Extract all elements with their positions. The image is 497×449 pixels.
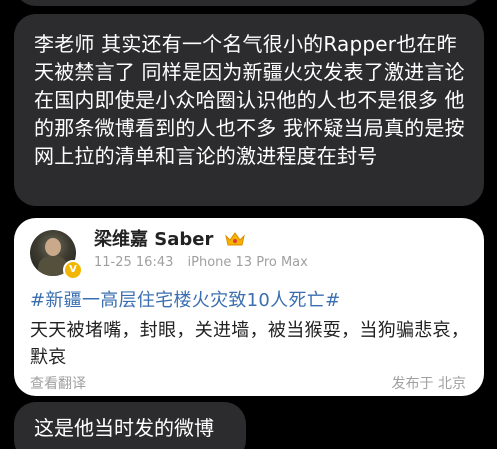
username[interactable]: 梁维嘉 Saber — [94, 228, 246, 252]
post-body: 天天被堵嘴，封眼，关进墙，被当猴耍，当狗骗悲哀，默哀 — [30, 320, 470, 368]
crown-icon — [224, 232, 245, 246]
chat-screen: 李老师 其实还有一个名气很小的Rapper也在昨天被禁言了 同样是因为新疆火灾发… — [0, 0, 497, 449]
topic-hashtag-link[interactable]: #新疆一高层住宅楼火灾致10人死亡# — [30, 288, 340, 314]
previous-message-bubble — [14, 0, 484, 6]
translate-link[interactable]: 查看翻译 — [30, 374, 86, 394]
post-meta: 11-25 16:43 iPhone 13 Pro Max — [94, 254, 318, 272]
message-text-followup: 这是他当时发的微博 — [34, 416, 214, 440]
verified-badge-icon: V — [63, 260, 83, 280]
message-text: 李老师 其实还有一个名气很小的Rapper也在昨天被禁言了 同样是因为新疆火灾发… — [34, 32, 465, 168]
post-device: iPhone 13 Pro Max — [187, 255, 308, 270]
username-text: 梁维嘉 Saber — [94, 229, 214, 250]
weibo-post-card[interactable]: V 梁维嘉 Saber 11-25 16:43 iPhone 13 Pro Ma… — [14, 218, 484, 396]
post-location: 发布于 北京 — [391, 376, 466, 392]
message-bubble-followup[interactable]: 这是他当时发的微博 — [14, 402, 246, 449]
message-bubble[interactable]: 李老师 其实还有一个名气很小的Rapper也在昨天被禁言了 同样是因为新疆火灾发… — [14, 14, 484, 206]
post-timestamp: 11-25 16:43 — [94, 255, 174, 270]
